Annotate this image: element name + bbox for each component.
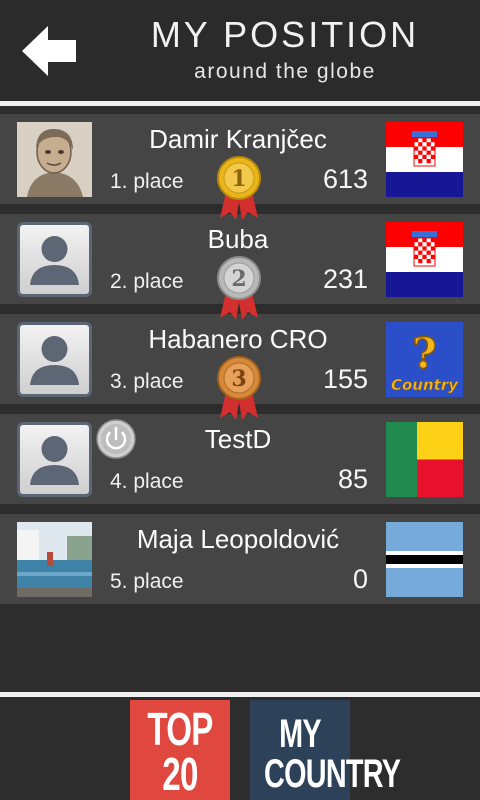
page-subtitle: around the globe (194, 60, 376, 83)
leaderboard-row[interactable]: TestD 4. place 85 (0, 414, 480, 504)
default-user-icon (30, 236, 79, 285)
player-name: Damir Kranjčec (149, 124, 327, 154)
medal-number: 3 (231, 366, 246, 392)
player-name: Habanero CRO (148, 324, 328, 354)
player-name: Buba (207, 224, 269, 254)
leaderboard-row[interactable]: Habanero CRO 3. place 155 3 ? Country (0, 314, 480, 420)
player-place: 3. place (110, 370, 184, 393)
botswana-flag-icon (386, 522, 463, 597)
bronze-medal-icon: 3 (217, 356, 261, 420)
player-place: 4. place (110, 470, 184, 493)
croatia-flag-icon (386, 222, 463, 297)
croatia-flag-icon (386, 122, 463, 197)
top20-line1: TOP (147, 703, 213, 755)
header: MY POSITION around the globe (0, 0, 480, 100)
page-title: MY POSITION (150, 14, 420, 55)
player-score: 0 (352, 564, 368, 594)
player-name: Maja Leopoldović (136, 524, 340, 554)
leaderboard-row[interactable]: Damir Kranjčec 1. place 613 1 (0, 114, 480, 220)
avatar (17, 422, 92, 497)
player-name: TestD (204, 424, 272, 454)
medal-number: 1 (231, 166, 246, 192)
my-country-line2: COUNTRY (264, 752, 401, 796)
player-score: 155 (322, 364, 368, 394)
avatar (17, 322, 92, 397)
player-score: 613 (322, 164, 368, 194)
top20-button[interactable]: TOP 20 (130, 700, 230, 800)
player-place: 2. place (110, 270, 184, 293)
benin-flag-icon (386, 422, 463, 497)
leaderboard-row[interactable]: Buba 2. place 231 2 (0, 214, 480, 320)
power-icon[interactable] (96, 419, 136, 459)
back-arrow-icon (22, 26, 76, 76)
avatar (17, 222, 92, 297)
player-place: 5. place (110, 570, 184, 593)
header-divider (0, 101, 480, 106)
default-user-icon (30, 336, 79, 385)
unknown-flag-label: Country (391, 376, 459, 394)
medal-number: 2 (231, 266, 246, 292)
player-score: 85 (337, 464, 368, 494)
top20-line2: 20 (162, 748, 198, 800)
silver-medal-icon: 2 (217, 256, 261, 320)
back-button[interactable] (18, 22, 80, 80)
footer-divider (0, 692, 480, 697)
avatar (17, 122, 92, 197)
avatar (17, 522, 92, 597)
my-country-line1: MY (279, 712, 321, 756)
unknown-country-flag-icon: ? Country (386, 322, 463, 397)
unknown-flag-symbol: ? (412, 329, 437, 378)
player-place: 1. place (110, 170, 184, 193)
leaderboard-row[interactable]: Maja Leopoldović 5. place 0 (0, 514, 480, 604)
my-country-button[interactable]: MY COUNTRY (250, 700, 401, 800)
player-score: 231 (322, 264, 368, 294)
default-user-icon (30, 436, 79, 485)
gold-medal-icon: 1 (217, 156, 261, 220)
